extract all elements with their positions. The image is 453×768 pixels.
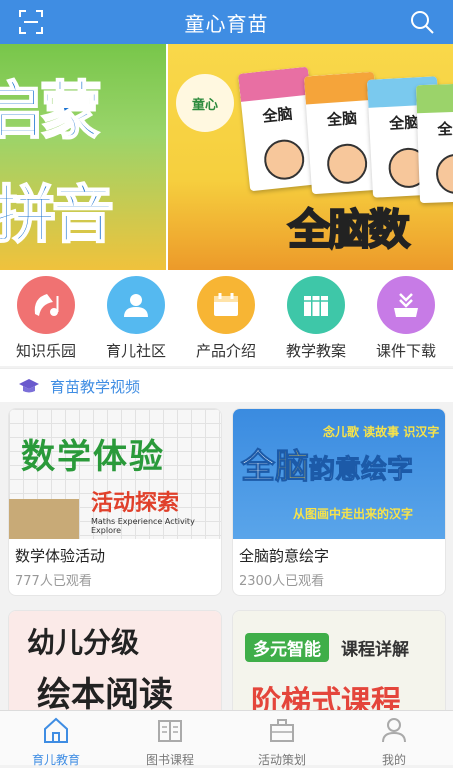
- menu-label: 育儿社区: [105, 342, 166, 360]
- banner-text-line1: 启蒙: [0, 73, 103, 148]
- tab-book-courses[interactable]: 图书课程: [130, 715, 210, 768]
- user-icon: [124, 294, 148, 317]
- category-menu: 知识乐园 育儿社区 产品介绍 教学教案 课件下载: [0, 270, 453, 366]
- menu-label: 课件下载: [375, 342, 436, 360]
- video-thumbnail: 念儿歌 读故事 识汉字 全脑韵意绘字 从图画中走出来的汉字: [233, 409, 445, 539]
- book-open-icon: [158, 720, 182, 742]
- home-icon: [44, 717, 68, 743]
- scan-icon: [19, 10, 43, 34]
- banner-headline: 全脑数: [287, 204, 411, 255]
- top-header: 童心育苗: [0, 0, 453, 44]
- briefcase-icon: [270, 719, 294, 742]
- menu-label: 知识乐园: [15, 342, 76, 360]
- banner-text-line2: 拼音: [0, 177, 115, 252]
- section-header: 育苗教学视频: [0, 368, 453, 403]
- video-thumbnail: 数学体验 活动探索 Maths Experience Activity Expl…: [9, 409, 221, 539]
- page-title: 童心育苗: [184, 11, 269, 36]
- video-card[interactable]: 多元智能 课程详解 阶梯式课程: [232, 610, 446, 710]
- promo-banner[interactable]: 启蒙 拼音 童心 全脑 全脑 全脑 全脑 全脑数: [0, 44, 453, 270]
- music-knowledge-icon: [34, 294, 59, 316]
- menu-item-lessons[interactable]: 教学教案: [276, 276, 356, 361]
- view-count: 2300人已观看: [239, 574, 325, 589]
- menu-item-downloads[interactable]: 课件下载: [366, 276, 446, 361]
- scan-button[interactable]: [18, 9, 44, 35]
- video-card[interactable]: 念儿歌 读故事 识汉字 全脑韵意绘字 从图画中走出来的汉字 全脑韵意绘字 230…: [232, 408, 446, 596]
- calendar-icon: [214, 293, 238, 316]
- banner-slide-books: 童心 全脑 全脑 全脑 全脑 全脑数: [168, 44, 453, 270]
- books-icon: [304, 296, 328, 316]
- video-card[interactable]: 幼儿分级 绘本阅读: [8, 610, 222, 710]
- tab-activity-planning[interactable]: 活动策划: [242, 715, 322, 768]
- brand-logo: 童心: [176, 74, 234, 132]
- video-thumbnail: 幼儿分级 绘本阅读: [9, 611, 221, 710]
- graduation-cap-icon: [19, 379, 39, 393]
- menu-item-community[interactable]: 育儿社区: [96, 276, 176, 361]
- menu-item-products[interactable]: 产品介绍: [186, 276, 266, 361]
- tab-label: 我的: [381, 753, 406, 767]
- menu-label: 教学教案: [285, 342, 346, 360]
- search-button[interactable]: [409, 9, 435, 35]
- tab-label: 育儿教育: [31, 753, 80, 767]
- menu-label: 产品介绍: [195, 342, 256, 360]
- video-title: 全脑韵意绘字: [239, 547, 330, 565]
- video-title: 数学体验活动: [15, 547, 106, 565]
- view-count: 777人已观看: [15, 574, 92, 589]
- book-cover: 全脑: [415, 82, 453, 204]
- search-icon: [411, 11, 434, 34]
- video-card-list: 数学体验 活动探索 Maths Experience Activity Expl…: [0, 402, 453, 710]
- menu-item-knowledge[interactable]: 知识乐园: [6, 276, 86, 361]
- bottom-tab-bar: 育儿教育 图书课程 活动策划 我的: [0, 710, 453, 768]
- download-icon: [394, 293, 418, 317]
- tab-mine[interactable]: 我的: [354, 715, 434, 768]
- profile-icon: [382, 718, 406, 743]
- tab-parenting-education[interactable]: 育儿教育: [16, 715, 96, 768]
- video-card[interactable]: 数学体验 活动探索 Maths Experience Activity Expl…: [8, 408, 222, 596]
- banner-slide-pinyin: 启蒙 拼音: [0, 44, 166, 270]
- video-thumbnail: 多元智能 课程详解 阶梯式课程: [233, 611, 445, 710]
- section-title: 育苗教学视频: [50, 378, 141, 396]
- tab-label: 图书课程: [145, 753, 194, 767]
- tab-label: 活动策划: [257, 753, 306, 767]
